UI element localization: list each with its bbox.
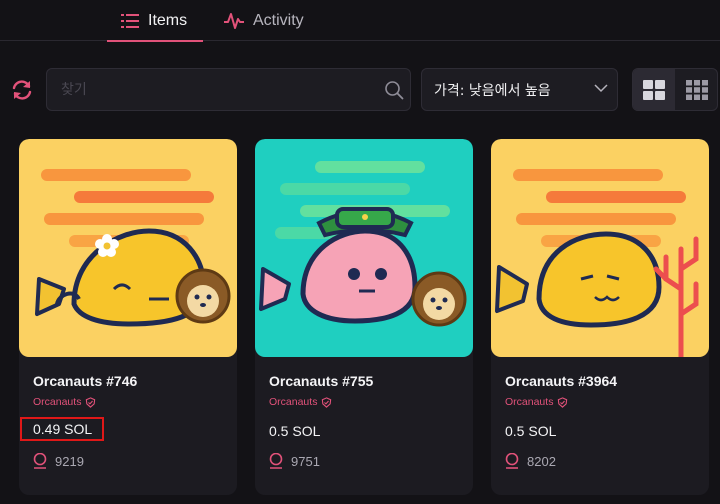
price-label: 0.49 SOL	[20, 417, 105, 441]
price-label: 0.5 SOL	[505, 423, 557, 439]
nft-image[interactable]	[491, 139, 709, 357]
likes-count: 9751	[269, 453, 320, 469]
refresh-button[interactable]	[10, 78, 34, 102]
nft-card[interactable]: Orcanauts #755 Orcanauts 0.5 SOL 9751	[255, 139, 473, 495]
list-icon	[121, 13, 139, 28]
price-label: 0.5 SOL	[269, 423, 321, 439]
collection-link[interactable]: Orcanauts	[505, 396, 568, 408]
collection-name: Orcanauts	[33, 396, 82, 408]
likes-value: 8202	[527, 453, 556, 469]
verified-badge-icon	[86, 396, 96, 408]
small-grid-view-button[interactable]	[676, 69, 717, 110]
tab-activity-label: Activity	[253, 11, 304, 29]
user-icon	[269, 453, 283, 469]
user-icon	[505, 453, 519, 469]
verified-badge-icon	[558, 396, 568, 408]
verified-badge-icon	[322, 396, 332, 408]
view-toggle	[632, 68, 718, 111]
sort-label: 가격: 낮음에서 높음	[434, 82, 551, 99]
nft-name: Orcanauts #755	[269, 373, 374, 389]
large-grid-icon	[643, 79, 665, 100]
search-icon[interactable]	[384, 80, 404, 100]
likes-count: 8202	[505, 453, 556, 469]
nft-card[interactable]: Orcanauts #3964 Orcanauts 0.5 SOL 8202	[491, 139, 709, 495]
chevron-down-icon	[594, 84, 608, 93]
small-grid-icon	[686, 79, 708, 100]
nft-name: Orcanauts #746	[33, 373, 138, 389]
sort-dropdown[interactable]: 가격: 낮음에서 높음	[421, 68, 618, 111]
refresh-icon	[12, 80, 32, 100]
nft-name: Orcanauts #3964	[505, 373, 618, 389]
nft-image[interactable]	[255, 139, 473, 357]
tab-bar: Items Activity	[0, 0, 720, 42]
tab-items[interactable]: Items	[107, 0, 203, 42]
likes-value: 9751	[291, 453, 320, 469]
tab-items-label: Items	[148, 11, 188, 29]
search-input[interactable]	[61, 69, 381, 110]
nft-card[interactable]: Orcanauts #746 Orcanauts 0.49 SOL 9219	[19, 139, 237, 495]
nft-image[interactable]	[19, 139, 237, 357]
activity-pulse-icon	[224, 12, 244, 29]
search-box[interactable]	[46, 68, 411, 111]
collection-link[interactable]: Orcanauts	[269, 396, 332, 408]
collection-name: Orcanauts	[269, 396, 318, 408]
collection-link[interactable]: Orcanauts	[33, 396, 96, 408]
likes-count: 9219	[33, 453, 84, 469]
likes-value: 9219	[55, 453, 84, 469]
large-grid-view-button[interactable]	[633, 69, 675, 110]
user-icon	[33, 453, 47, 469]
collection-name: Orcanauts	[505, 396, 554, 408]
tab-activity[interactable]: Activity	[224, 0, 304, 41]
